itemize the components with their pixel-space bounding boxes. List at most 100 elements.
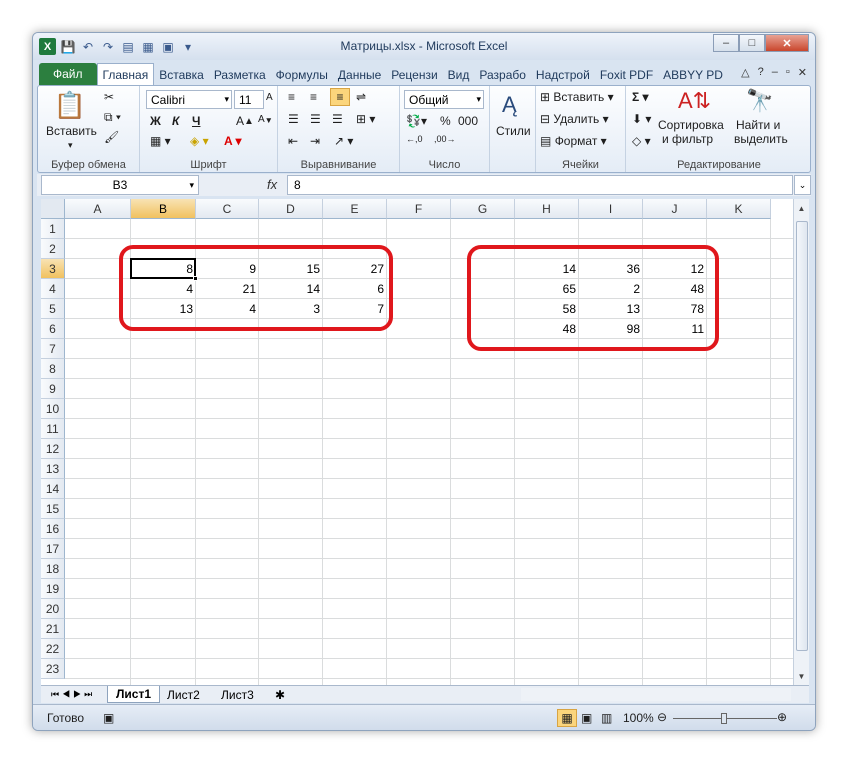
- help-icon[interactable]: ?: [758, 66, 764, 79]
- row-header-15[interactable]: 15: [41, 499, 65, 519]
- row-header-6[interactable]: 6: [41, 319, 65, 339]
- sort-filter-icon[interactable]: A⇅: [678, 88, 711, 114]
- bold-button[interactable]: Ж: [150, 114, 161, 128]
- column-header-a[interactable]: A: [65, 199, 131, 219]
- grow-font-icon[interactable]: A: [266, 92, 273, 103]
- row-header-10[interactable]: 10: [41, 399, 65, 419]
- row-header-4[interactable]: 4: [41, 279, 65, 299]
- column-header-k[interactable]: K: [707, 199, 771, 219]
- fill-color-icon[interactable]: ◈ ▾: [190, 134, 209, 148]
- tab-foxit[interactable]: Foxit PDF: [595, 65, 658, 85]
- row-header-14[interactable]: 14: [41, 479, 65, 499]
- decrease-indent-icon[interactable]: ⇤: [288, 134, 298, 148]
- clear-icon[interactable]: ◇ ▾: [632, 134, 651, 148]
- borders-icon[interactable]: ▦ ▾: [150, 134, 171, 148]
- zoom-slider-thumb[interactable]: [721, 713, 727, 724]
- minimize-button[interactable]: –: [713, 34, 739, 52]
- italic-button[interactable]: К: [172, 114, 179, 128]
- tab-review[interactable]: Рецензи: [386, 65, 442, 85]
- row-header-17[interactable]: 17: [41, 539, 65, 559]
- select-all-corner[interactable]: [41, 199, 65, 219]
- row-header-16[interactable]: 16: [41, 519, 65, 539]
- format-cells-button[interactable]: ▤ Формат ▾: [540, 134, 607, 148]
- window-close-icon[interactable]: ✕: [798, 66, 807, 79]
- align-middle-icon[interactable]: ≡: [310, 90, 317, 104]
- expand-formula-bar-icon[interactable]: ⌄: [794, 175, 811, 195]
- page-layout-view-icon[interactable]: ▣: [581, 711, 592, 725]
- formula-input[interactable]: 8: [287, 175, 793, 195]
- normal-view-icon[interactable]: ▦: [557, 709, 577, 727]
- paste-dropdown-icon[interactable]: ▾: [68, 140, 73, 151]
- tab-developer[interactable]: Разрабо: [474, 65, 531, 85]
- column-header-h[interactable]: H: [515, 199, 579, 219]
- sort-filter-label-1[interactable]: Сортировка: [658, 118, 724, 132]
- styles-button[interactable]: Стили: [496, 124, 531, 138]
- cut-icon[interactable]: ✂: [104, 90, 114, 104]
- column-header-j[interactable]: J: [643, 199, 707, 219]
- name-box[interactable]: B3 ▾: [41, 175, 199, 195]
- sheet-tab-1[interactable]: Лист1: [107, 686, 161, 703]
- align-right-icon[interactable]: ☰: [332, 112, 343, 126]
- row-header-8[interactable]: 8: [41, 359, 65, 379]
- worksheet-grid[interactable]: A B C D E F G H I J K 1 2 3 4 5 6 7 8 9 10 11 12 13 14 15 16 17 18 19…: [41, 199, 793, 685]
- row-header-22[interactable]: 22: [41, 639, 65, 659]
- font-name-dropdown[interactable]: Calibri ▾: [146, 90, 232, 109]
- underline-button[interactable]: Ч: [192, 114, 200, 128]
- row-header-21[interactable]: 21: [41, 619, 65, 639]
- row-header-13[interactable]: 13: [41, 459, 65, 479]
- row-header-2[interactable]: 2: [41, 239, 65, 259]
- tab-file[interactable]: Файл: [39, 63, 97, 85]
- tab-page-layout[interactable]: Разметка: [209, 65, 271, 85]
- thousands-button[interactable]: 000: [458, 114, 478, 128]
- row-header-12[interactable]: 12: [41, 439, 65, 459]
- column-header-f[interactable]: F: [387, 199, 451, 219]
- align-top-icon[interactable]: ≡: [288, 90, 295, 104]
- autosum-icon[interactable]: Σ ▾: [632, 90, 649, 104]
- tab-view[interactable]: Вид: [443, 65, 475, 85]
- scroll-up-icon[interactable]: ▲: [795, 201, 808, 215]
- percent-button[interactable]: %: [440, 114, 451, 128]
- sheet-tab-2[interactable]: Лист2: [159, 686, 208, 703]
- minimize-ribbon-icon[interactable]: △: [741, 66, 749, 79]
- column-header-d[interactable]: D: [259, 199, 323, 219]
- align-center-icon[interactable]: ☰: [310, 112, 321, 126]
- font-size-dropdown[interactable]: 11: [234, 90, 264, 109]
- decrease-font-icon[interactable]: A ▼: [258, 114, 273, 125]
- zoom-level[interactable]: 100%: [623, 711, 654, 725]
- decrease-decimal-icon[interactable]: ,00→: [434, 134, 456, 144]
- row-header-18[interactable]: 18: [41, 559, 65, 579]
- row-header-23[interactable]: 23: [41, 659, 65, 679]
- row-header-9[interactable]: 9: [41, 379, 65, 399]
- column-header-c[interactable]: C: [196, 199, 259, 219]
- tab-formulas[interactable]: Формулы: [271, 65, 333, 85]
- format-painter-icon[interactable]: 🖌: [104, 130, 119, 144]
- horizontal-scrollbar[interactable]: [521, 688, 791, 701]
- currency-icon[interactable]: 💱▾: [406, 114, 427, 128]
- number-format-dropdown[interactable]: Общий ▾: [404, 90, 484, 109]
- row-header-1[interactable]: 1: [41, 219, 65, 239]
- macro-record-icon[interactable]: ▣: [103, 711, 114, 725]
- copy-icon[interactable]: ⧉ ▾: [104, 110, 121, 125]
- increase-decimal-icon[interactable]: ←,0: [406, 134, 423, 144]
- column-header-i[interactable]: I: [579, 199, 643, 219]
- vertical-scroll-thumb[interactable]: [796, 221, 808, 651]
- paste-icon[interactable]: 📋: [52, 88, 88, 122]
- close-button[interactable]: ✕: [765, 34, 809, 52]
- page-break-view-icon[interactable]: ▥: [601, 711, 612, 725]
- window-restore-icon[interactable]: ▫: [786, 66, 790, 79]
- styles-icon[interactable]: Ą: [502, 92, 517, 118]
- tab-data[interactable]: Данные: [333, 65, 386, 85]
- tab-home[interactable]: Главная: [96, 63, 155, 85]
- zoom-in-icon[interactable]: ⊕: [777, 710, 787, 724]
- merge-icon[interactable]: ⊞ ▾: [356, 112, 375, 126]
- tab-abbyy[interactable]: ABBYY PD: [658, 65, 728, 85]
- insert-cells-button[interactable]: ⊞ Вставить ▾: [540, 90, 614, 104]
- row-header-19[interactable]: 19: [41, 579, 65, 599]
- row-header-5[interactable]: 5: [41, 299, 65, 319]
- font-color-icon[interactable]: A ▾: [224, 134, 242, 148]
- fill-icon[interactable]: ⬇ ▾: [632, 112, 651, 126]
- find-select-label-1[interactable]: Найти и: [736, 118, 780, 132]
- find-select-label-2[interactable]: выделить: [734, 132, 788, 146]
- row-header-3[interactable]: 3: [41, 259, 65, 279]
- window-minimize-icon[interactable]: –: [772, 66, 778, 79]
